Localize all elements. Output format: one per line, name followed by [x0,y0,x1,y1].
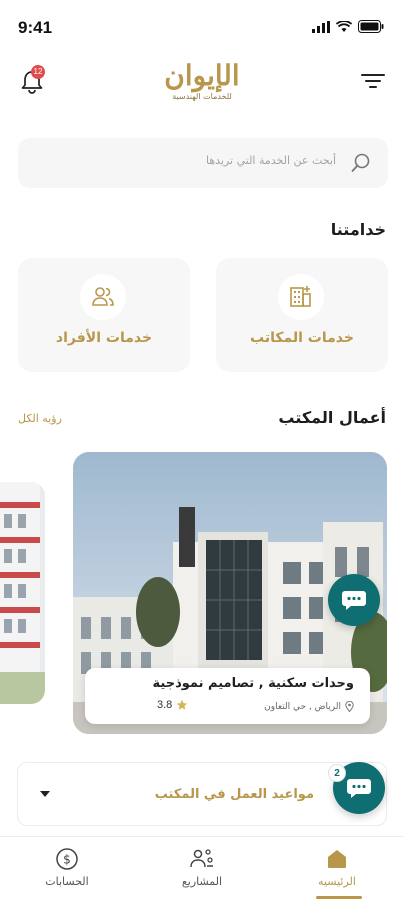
dollar-icon: $ [56,848,78,870]
status-bar: 9:41 [0,0,404,52]
service-card-offices[interactable]: خدمات المكاتب [216,258,388,372]
menu-icon[interactable] [360,70,386,92]
signal-icon [312,20,330,33]
bottom-tab-bar: الرئيسيه المشاريع $ الحسابات [0,836,404,900]
wifi-icon [336,20,352,32]
tab-projects[interactable]: المشاريع [135,837,269,900]
see-all-link[interactable]: رؤيه الكل [18,412,62,425]
service-card-individuals[interactable]: خدمات الأفراد [18,258,190,372]
chat-badge: 2 [328,764,346,782]
building-icon [290,286,311,307]
projects-icon [190,849,213,868]
tab-label: الحسابات [45,875,89,888]
rating-value: 3.8 [157,699,173,711]
tab-label: الرئيسيه [318,875,356,888]
chat-bubble-icon [347,779,371,798]
svg-text:$: $ [63,853,71,867]
notification-badge: 12 [31,65,45,79]
works-title: أعمال المكتب [278,408,386,427]
star-icon [177,699,188,710]
app-header: 12 الإيوان للخدمات الهندسية [0,56,404,120]
location-pin-icon [345,701,354,712]
office-hours-label: مواعيد العمل في المكتب [154,787,314,802]
service-icon-wrap [80,274,126,320]
project-title: وحدات سكنية , تصاميم نموذجية [152,676,354,691]
service-icon-wrap [278,274,324,320]
status-icons [312,20,384,33]
search-bar[interactable]: أبحث عن الخدمة التي تريدها [18,138,388,188]
project-card-previous[interactable] [0,482,45,704]
service-label: خدمات الأفراد [55,330,153,346]
battery-icon [358,20,384,33]
home-icon [328,850,346,868]
building-photo [0,482,45,704]
logo-subtitle: للخدمات الهندسية [172,92,232,101]
status-time: 9:41 [18,18,53,37]
tab-home[interactable]: الرئيسيه [270,837,404,900]
logo-title: الإيوان [164,59,240,92]
users-icon [92,287,114,306]
chat-button[interactable] [328,574,380,626]
service-label: خدمات المكاتب [250,330,354,346]
project-location-text: الرياض , حي التعاون [264,701,341,712]
project-info-box[interactable]: وحدات سكنية , تصاميم نموذجية الرياض , حي… [85,668,370,724]
search-icon [351,153,370,172]
project-rating: 3.8 [157,699,188,711]
app-logo: الإيوان للخدمات الهندسية [140,58,264,101]
active-tab-indicator [316,896,362,899]
project-location: الرياض , حي التعاون [264,701,354,712]
chevron-down-icon [40,791,50,797]
services-title: خدامتنا [330,220,386,239]
chat-bubble-icon [342,591,366,610]
tab-label: المشاريع [181,875,223,888]
search-input[interactable]: أبحث عن الخدمة التي تريدها [206,154,336,167]
tab-accounts[interactable]: $ الحسابات [0,837,134,900]
